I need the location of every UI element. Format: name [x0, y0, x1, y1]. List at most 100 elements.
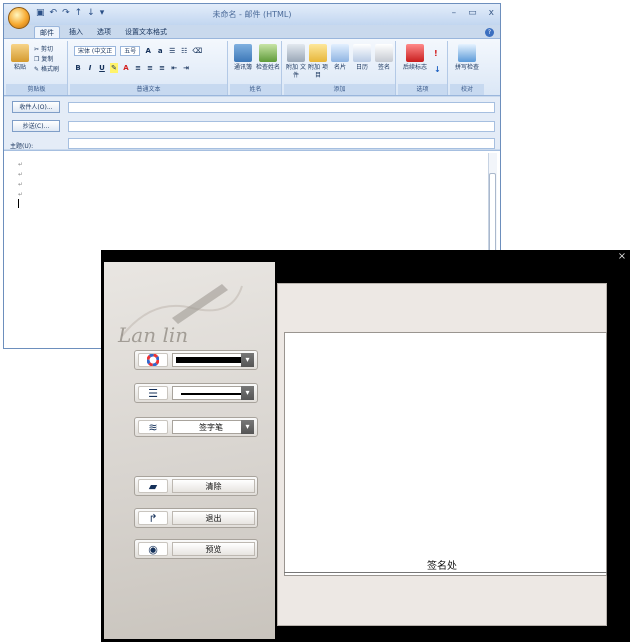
line-width-icon: ☰ [138, 386, 168, 400]
options-group: 后续标志 ! ↓ 选项 [398, 41, 448, 95]
spelling-button[interactable]: 拼写检查 [454, 44, 480, 72]
proofing-group-label: 校对 [450, 84, 484, 95]
font-color-icon[interactable]: A [122, 63, 130, 73]
maximize-button[interactable]: ▭ [468, 8, 477, 18]
eraser-icon: ▰ [138, 479, 168, 493]
highlight-icon[interactable]: ✎ [110, 63, 118, 73]
paragraph-mark: ↵ [18, 191, 24, 198]
check-names-button[interactable]: 检查姓名 [256, 44, 280, 72]
pen-type-picker[interactable]: ≋ 签字笔 ▾ [134, 417, 258, 437]
color-picker[interactable]: ▾ [134, 350, 258, 370]
color-swatch-fill [176, 357, 246, 363]
ribbon-tabs: 邮件 插入 选项 设置文本格式 [34, 26, 172, 38]
flag-icon [406, 44, 424, 62]
names-group: 通讯簿 检查姓名 姓名 [230, 41, 282, 95]
tab-message[interactable]: 邮件 [34, 26, 60, 38]
tab-insert[interactable]: 插入 [64, 26, 88, 38]
chevron-down-icon[interactable]: ▾ [241, 386, 254, 400]
low-importance-icon[interactable]: ↓ [434, 65, 441, 74]
clipboard-group: 粘贴 ✂ 剪切 ❐ 复制 ✎ 格式刷 剪贴板 [6, 41, 68, 95]
calendar-button[interactable]: 日历 [350, 44, 374, 72]
business-card-button[interactable]: 名片 [328, 44, 352, 72]
ribbon: 粘贴 ✂ 剪切 ❐ 复制 ✎ 格式刷 剪贴板 宋体 (中文正 五号 A a ☰ … [4, 38, 500, 96]
signature-area-label: 签名处 [427, 561, 457, 572]
clipboard-group-label: 剪贴板 [6, 84, 67, 95]
line-width-preview[interactable] [172, 386, 250, 400]
clear-format-icon[interactable]: ⌫ [192, 46, 202, 56]
align-center-icon[interactable]: ≡ [146, 63, 154, 73]
follow-up-button[interactable]: 后续标志 [400, 44, 430, 72]
grow-font-icon[interactable]: A [144, 46, 152, 56]
tab-options[interactable]: 选项 [92, 26, 116, 38]
close-button[interactable]: x [489, 8, 494, 18]
increase-indent-icon[interactable]: ⇥ [182, 63, 190, 73]
font-size-select[interactable]: 五号 [120, 46, 141, 56]
numbering-icon[interactable]: ☷ [180, 46, 188, 56]
message-header-form: 收件人(O)... 抄送(C)... 主题(U): [4, 97, 500, 150]
attach-file-button[interactable]: 附加 文件 [284, 44, 308, 80]
to-button[interactable]: 收件人(O)... [12, 101, 60, 113]
cc-field[interactable] [68, 121, 495, 132]
help-icon[interactable]: ? [485, 28, 494, 37]
bold-icon[interactable]: B [74, 63, 82, 73]
paragraph-mark: ↵ [18, 181, 24, 188]
exit-icon: ↱ [138, 511, 168, 525]
preview-label: 预览 [172, 542, 255, 556]
tab-format-text[interactable]: 设置文本格式 [120, 26, 172, 38]
logo-text: Lan lin [117, 323, 188, 346]
line-width-picker[interactable]: ☰ ▾ [134, 383, 258, 403]
paste-icon [11, 44, 29, 62]
check-names-icon [259, 44, 277, 62]
pen-type-select[interactable]: 签字笔 [172, 420, 250, 434]
signature-line [284, 572, 607, 573]
paperclip-icon [287, 44, 305, 62]
color-wheel-icon [138, 353, 168, 367]
to-field[interactable] [68, 102, 495, 113]
address-book-icon [234, 44, 252, 62]
high-importance-icon[interactable]: ! [434, 49, 438, 58]
exit-button[interactable]: ↱ 退出 [134, 508, 258, 528]
align-right-icon[interactable]: ≡ [158, 63, 166, 73]
shrink-font-icon[interactable]: a [156, 46, 164, 56]
spelling-icon [458, 44, 476, 62]
signature-dialog: × Lan lin ▾ ☰ ▾ ≋ 签字笔 ▾ ▰ 清除 ↱ 退出 ◉ 预览 签… [101, 250, 630, 642]
cut-button[interactable]: ✂ 剪切 [34, 45, 59, 55]
underline-icon[interactable]: U [98, 63, 106, 73]
paste-button[interactable]: 粘贴 [8, 44, 32, 72]
chevron-down-icon[interactable]: ▾ [241, 420, 254, 434]
font-name-select[interactable]: 宋体 (中文正 [74, 46, 117, 56]
line-width-sample [181, 393, 241, 395]
envelope-icon [309, 44, 327, 62]
format-painter-button[interactable]: ✎ 格式刷 [34, 65, 59, 75]
clear-button[interactable]: ▰ 清除 [134, 476, 258, 496]
chevron-down-icon[interactable]: ▾ [241, 353, 254, 367]
window-controls: – ▭ x [452, 8, 494, 18]
minimize-button[interactable]: – [452, 8, 457, 18]
italic-icon[interactable]: I [86, 63, 94, 73]
pen-type-value: 签字笔 [199, 423, 223, 432]
cc-button[interactable]: 抄送(C)... [12, 120, 60, 132]
window-title: 未命名 - 邮件 (HTML) [212, 10, 292, 19]
address-book-button[interactable]: 通讯簿 [231, 44, 255, 72]
signature-button[interactable]: 签名 [372, 44, 396, 72]
preview-button[interactable]: ◉ 预览 [134, 539, 258, 559]
copy-button[interactable]: ❐ 复制 [34, 55, 59, 65]
align-left-icon[interactable]: ≡ [134, 63, 142, 73]
close-icon[interactable]: × [617, 252, 627, 262]
include-group-label: 添加 [284, 84, 395, 95]
attach-item-button[interactable]: 附加 项目 [306, 44, 330, 80]
paragraph-mark: ↵ [18, 161, 24, 168]
options-group-label: 选项 [398, 84, 447, 95]
bullets-icon[interactable]: ☰ [168, 46, 176, 56]
decrease-indent-icon[interactable]: ⇤ [170, 63, 178, 73]
calendar-icon [353, 44, 371, 62]
control-panel: Lan lin ▾ ☰ ▾ ≋ 签字笔 ▾ ▰ 清除 ↱ 退出 ◉ 预览 [104, 262, 275, 639]
signature-canvas[interactable] [284, 332, 607, 576]
subject-field[interactable] [68, 138, 495, 149]
text-cursor [18, 199, 19, 208]
subject-label: 主题(U): [10, 143, 34, 150]
office-button[interactable] [8, 7, 30, 29]
pen-color-swatch[interactable] [172, 353, 250, 367]
paragraph-mark: ↵ [18, 171, 24, 178]
title-bar: ▣ ↶ ↷ ↑ ↓ ▾ 未命名 - 邮件 (HTML) – ▭ x [4, 4, 500, 25]
